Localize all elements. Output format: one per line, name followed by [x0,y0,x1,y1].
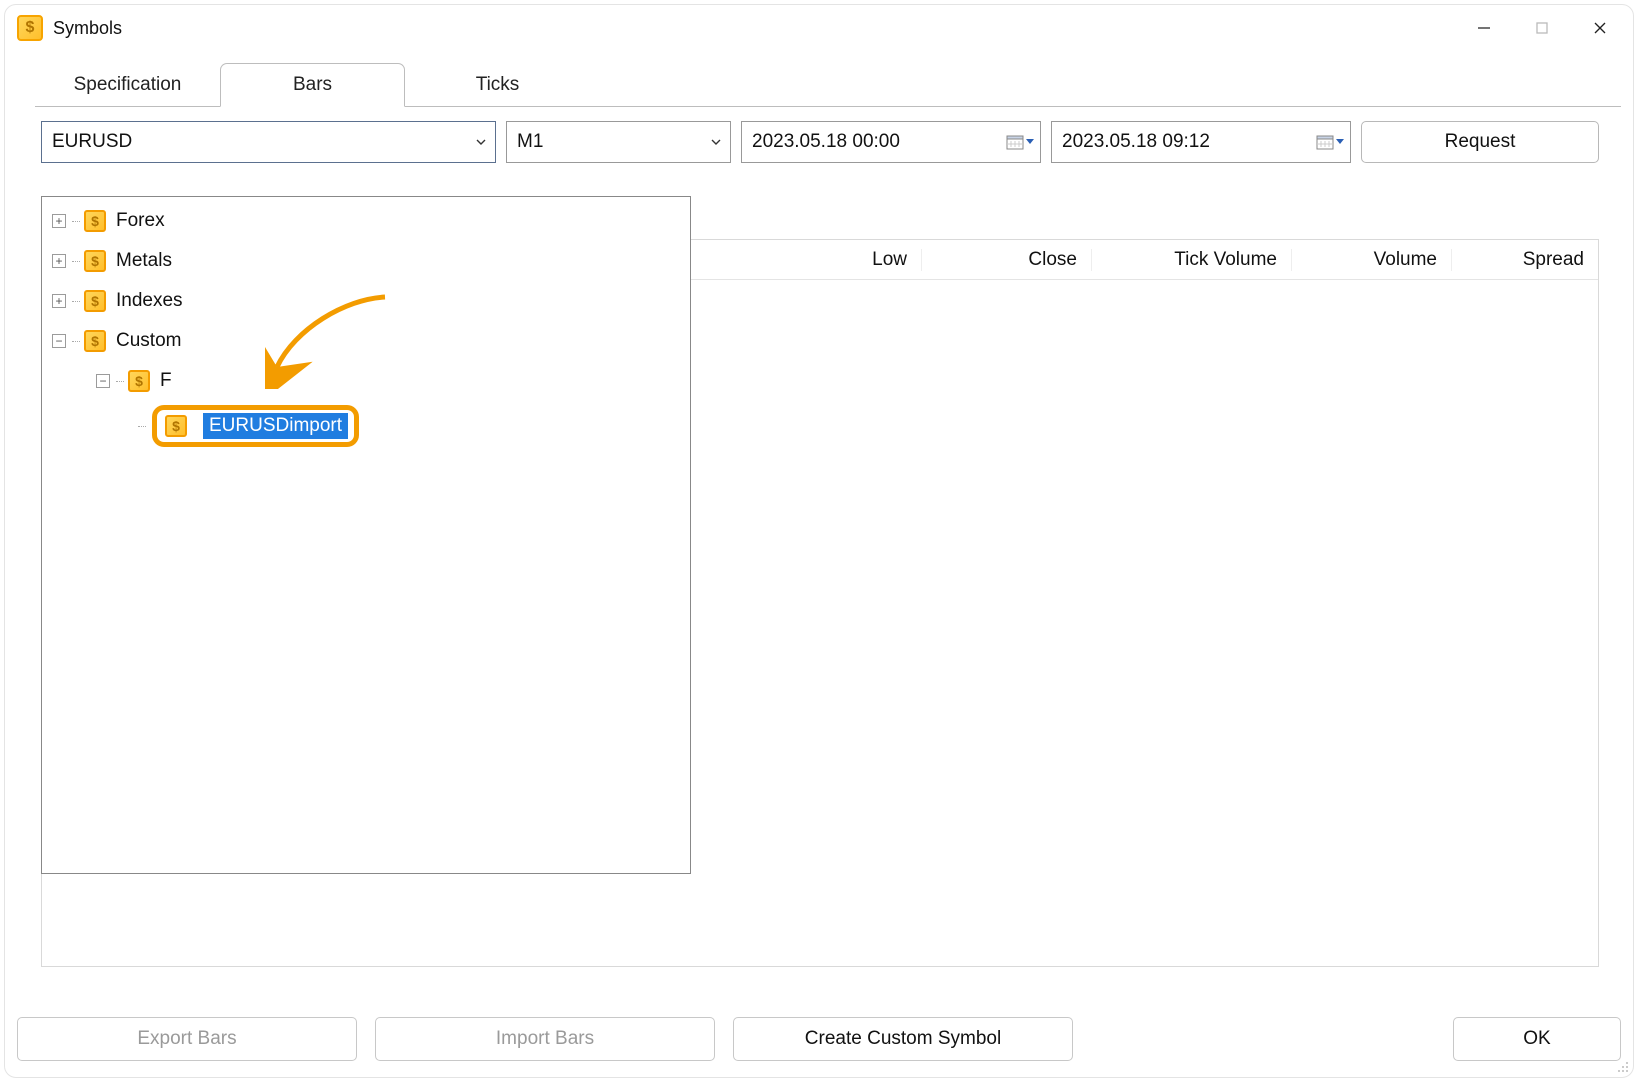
ok-button[interactable]: OK [1453,1017,1621,1061]
column-header-low[interactable]: Low [722,249,922,271]
collapse-toggle[interactable]: − [96,374,110,388]
symbol-dropdown-panel: + $ Forex + $ Metals + $ Indexes − $ [41,196,691,874]
tab-specification[interactable]: Specification [35,63,220,107]
tab-label: Bars [293,74,332,96]
app-dollar-icon: $ [17,15,43,41]
tree-item-metals[interactable]: + $ Metals [52,241,684,281]
datetime-from-input[interactable]: 2023.05.18 00:00 [741,121,1041,163]
column-header-close[interactable]: Close [922,249,1092,271]
maximize-button[interactable] [1513,6,1571,50]
column-header-tick-volume[interactable]: Tick Volume [1092,249,1292,271]
close-button[interactable] [1571,6,1629,50]
export-bars-button[interactable]: Export Bars [17,1017,357,1061]
tree-item-custom[interactable]: − $ Custom [52,321,684,361]
symbol-tree: + $ Forex + $ Metals + $ Indexes − $ [42,197,690,455]
datetime-to-value: 2023.05.18 09:12 [1052,131,1310,153]
bottom-button-bar: Export Bars Import Bars Create Custom Sy… [17,1017,1621,1061]
datetime-to-input[interactable]: 2023.05.18 09:12 [1051,121,1351,163]
timeframe-combobox[interactable]: M1 [506,121,731,163]
tree-item-indexes[interactable]: + $ Indexes [52,281,684,321]
tree-item-forex[interactable]: + $ Forex [52,201,684,241]
tree-label: Forex [116,210,165,232]
symbol-value: EURUSD [42,131,467,153]
collapse-toggle[interactable]: − [52,334,66,348]
tree-item-eurusdimport[interactable]: $ EURUSDimport [138,401,684,451]
button-label: Import Bars [496,1028,594,1050]
chevron-down-icon [702,136,730,148]
expand-toggle[interactable]: + [52,294,66,308]
button-label: Export Bars [137,1028,236,1050]
tree-label: F [160,370,172,392]
tree-label: Metals [116,250,172,272]
column-header-spread[interactable]: Spread [1452,249,1598,271]
create-custom-symbol-button[interactable]: Create Custom Symbol [733,1017,1073,1061]
calendar-dropdown-icon [1000,133,1040,151]
dollar-icon: $ [84,210,106,232]
button-label: Create Custom Symbol [805,1028,1001,1050]
minimize-button[interactable] [1455,6,1513,50]
tab-label: Ticks [476,74,520,96]
controls-row: EURUSD M1 2023.05.18 00:00 2023.05.18 09… [5,107,1633,163]
chevron-down-icon [467,136,495,148]
symbols-window: $ Symbols Specification Bars Ticks EURUS… [4,4,1634,1078]
titlebar: $ Symbols [5,5,1633,51]
window-title: Symbols [53,18,122,39]
request-button[interactable]: Request [1361,121,1599,163]
dollar-icon: $ [84,290,106,312]
dollar-icon: $ [128,370,150,392]
tree-label: Indexes [116,290,183,312]
tab-ticks[interactable]: Ticks [405,63,590,107]
resize-grip-icon[interactable] [1615,1059,1629,1073]
calendar-dropdown-icon [1310,133,1350,151]
selected-symbol-highlight: $ EURUSDimport [152,405,359,447]
symbol-combobox[interactable]: EURUSD [41,121,496,163]
tree-label: Custom [116,330,181,352]
dollar-icon: $ [84,330,106,352]
expand-toggle[interactable]: + [52,214,66,228]
column-header-volume[interactable]: Volume [1292,249,1452,271]
tree-item-custom-folder[interactable]: − $ F [96,361,684,401]
dollar-icon: $ [165,415,187,437]
selected-symbol-label: EURUSDimport [203,413,348,439]
request-label: Request [1445,131,1516,153]
tab-label: Specification [74,74,182,96]
dollar-icon: $ [84,250,106,272]
tab-bars[interactable]: Bars [220,63,405,107]
window-controls [1455,6,1629,50]
button-label: OK [1523,1028,1550,1050]
expand-toggle[interactable]: + [52,254,66,268]
tabs-row: Specification Bars Ticks [5,51,1633,107]
datetime-from-value: 2023.05.18 00:00 [742,131,1000,153]
import-bars-button[interactable]: Import Bars [375,1017,715,1061]
timeframe-value: M1 [507,131,702,153]
